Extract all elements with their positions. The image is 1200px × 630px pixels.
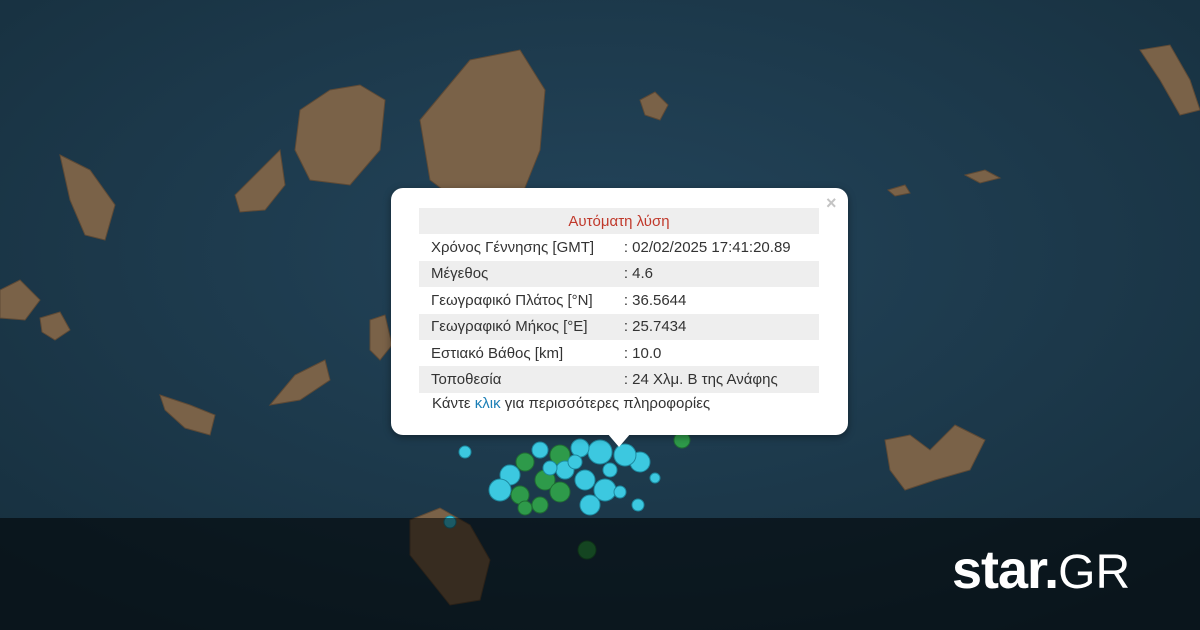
row-label: Τοποθεσία [419, 366, 624, 393]
row-value: : 02/02/2025 17:41:20.89 [623, 239, 791, 257]
footer-post-text: για περισσότερες πληροφορίες [500, 395, 711, 412]
popup-title: Αυτόματη λύση [419, 208, 819, 235]
logo-main: star [952, 540, 1045, 600]
table-row: Μέγεθος : 4.6 [419, 260, 819, 288]
star-gr-logo[interactable]: star.GR [952, 540, 1130, 603]
row-value: : 36.5644 [623, 291, 687, 309]
row-value: : 10.0 [623, 344, 662, 362]
row-label: Εστιακό Βάθος [km] [431, 344, 564, 362]
close-icon[interactable]: × [826, 193, 837, 213]
table-row: Αυτόματη λύση [419, 208, 819, 235]
logo-suffix: GR [1058, 546, 1131, 599]
row-label: Μέγεθος [419, 260, 624, 288]
popup-pointer [607, 433, 631, 447]
table-row: Τοποθεσία : 24 Χλμ. Β της Ανάφης [419, 366, 819, 393]
logo-dot: . [1044, 540, 1059, 600]
popup-footer: Κάντε κλικ για περισσότερες πληροφορίες [432, 395, 710, 412]
row-value: : 4.6 [623, 260, 819, 288]
row-value: : 24 Χλμ. Β της Ανάφης [623, 366, 819, 393]
footer-pre-text: Κάντε [432, 395, 475, 412]
table-row: Γεωγραφικό Πλάτος [°N] : 36.5644 [419, 287, 819, 313]
table-row: Γεωγραφικό Μήκος [°E] : 25.7434 [419, 313, 819, 340]
more-info-link[interactable]: κλικ [475, 395, 501, 412]
row-label: Γεωγραφικό Μήκος [°E] [419, 313, 624, 340]
row-label: Γεωγραφικό Πλάτος [°N] [431, 291, 593, 309]
table-row: Χρόνος Γέννησης [GMT] : 02/02/2025 17:41… [419, 234, 819, 260]
table-row: Εστιακό Βάθος [km] : 10.0 [419, 340, 819, 366]
earthquake-info-table: Αυτόματη λύση Χρόνος Γέννησης [GMT] : 02… [419, 208, 819, 393]
row-value: : 25.7434 [623, 313, 819, 340]
row-label: Χρόνος Γέννησης [GMT] [431, 239, 595, 257]
